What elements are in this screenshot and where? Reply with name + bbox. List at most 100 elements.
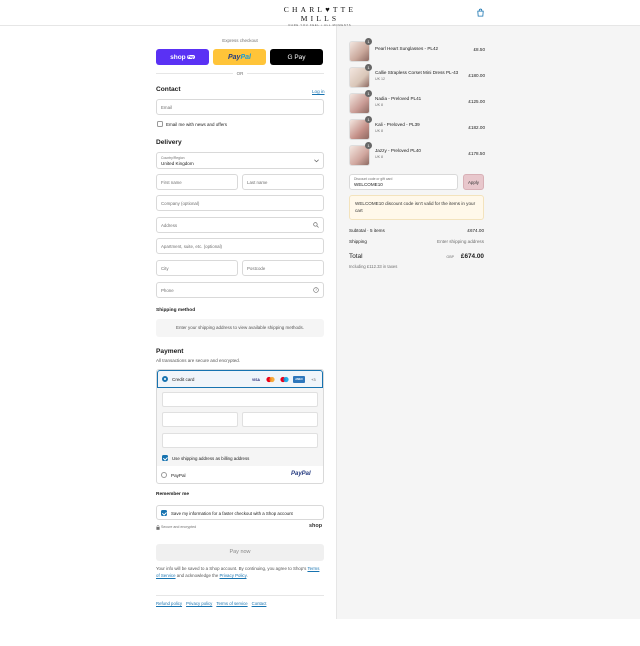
discount-value: WELCOME10	[354, 182, 383, 187]
paypal-button[interactable]: Pay Pal	[213, 49, 266, 65]
mastercard-icon	[266, 376, 275, 383]
card-cvv-field[interactable]	[242, 412, 318, 427]
footer-privacy-policy[interactable]: Privacy policy	[186, 601, 212, 606]
quantity-badge: 1	[365, 64, 372, 71]
last-name-field[interactable]: Last name	[242, 174, 324, 190]
quantity-badge: 1	[365, 142, 372, 149]
svg-text:?: ?	[315, 288, 317, 292]
country-select[interactable]: Country/Region United Kingdom	[156, 152, 324, 169]
secure-label: Secure and encrypted	[161, 525, 197, 529]
cart-item: 1 Kali - Preloved - PL39 UK 8 £182.00	[349, 116, 485, 141]
login-link[interactable]: Log in	[312, 89, 325, 94]
paypal-logo: PayPal	[291, 471, 311, 477]
paypal-radio[interactable]	[161, 472, 167, 478]
lock-icon	[156, 525, 160, 530]
country-label: Country/Region	[161, 156, 185, 160]
billing-label: Use shipping address as billing address	[172, 456, 250, 461]
maestro-icon	[280, 376, 289, 383]
shop-pay-pill: Pay	[186, 55, 195, 59]
total-row: Total £674.00 GBP	[349, 253, 484, 260]
delivery-heading: Delivery	[156, 139, 182, 146]
cart-item: 1 Callie Strapless Corset Mini Dress PL-…	[349, 64, 485, 89]
cart-item: 1 Pearl Heart Sunglasses - PL42 £8.50	[349, 38, 486, 63]
product-name: Kali - Preloved - PL39	[375, 122, 420, 127]
address-placeholder: Address	[161, 223, 178, 228]
shopping-bag-icon[interactable]	[476, 8, 485, 17]
city-field[interactable]: City	[156, 260, 238, 276]
card-name-field[interactable]	[162, 433, 318, 448]
company-placeholder: Company (optional)	[161, 201, 200, 206]
billing-checkbox[interactable]	[162, 455, 168, 461]
discount-warning: WELCOME10 discount code isn't valid for …	[349, 195, 484, 220]
phone-placeholder: Phone	[161, 288, 174, 293]
footer-divider	[156, 595, 324, 596]
cart-item: 1 Jazzy - Preloved PL40 UK 8 £178.50	[349, 142, 485, 167]
product-name: Jazzy - Preloved PL40	[375, 148, 421, 153]
pay-now-button[interactable]: Pay now	[156, 544, 324, 561]
shipping-value: Enter shipping address	[437, 239, 484, 244]
shop-pay-button[interactable]: shop Pay	[156, 49, 209, 65]
save-info-label: Save my information for a faster checkou…	[171, 511, 293, 516]
address-field[interactable]: Address	[156, 217, 324, 233]
card-expiry-field[interactable]	[162, 412, 238, 427]
postcode-field[interactable]: Postcode	[242, 260, 324, 276]
shipping-method-heading: Shipping method	[156, 308, 196, 313]
help-circle-icon[interactable]: ?	[313, 287, 319, 293]
product-price: £125.00	[468, 99, 485, 104]
total-label: Total	[349, 253, 363, 260]
paypal-pay-text: Pay	[228, 53, 241, 61]
legal-end: .	[246, 572, 248, 578]
taxes-row: Including £112.33 in taxes	[349, 264, 484, 269]
product-price: £8.50	[473, 47, 486, 52]
privacy-policy-link[interactable]: Privacy Policy	[220, 573, 247, 578]
subtotal-value: £674.00	[467, 228, 484, 233]
product-name: Pearl Heart Sunglasses - PL42	[375, 46, 439, 51]
paypal-option-label[interactable]: PayPal	[171, 473, 186, 478]
first-name-placeholder: First name	[161, 180, 182, 185]
country-value: United Kingdom	[161, 161, 194, 166]
legal-intro: Your info will be saved to a Shop accoun…	[156, 566, 307, 571]
product-price: £178.50	[468, 151, 485, 156]
paypal-pal-text: Pal	[240, 53, 251, 61]
news-checkbox[interactable]	[157, 121, 163, 127]
apartment-field[interactable]: Apartment, suite, etc. (optional)	[156, 238, 324, 254]
product-price: £180.00	[468, 73, 485, 78]
shipping-method-message: Enter your shipping address to view avai…	[156, 319, 324, 337]
credit-card-option[interactable]: Credit card VISA AMEX +3	[157, 370, 323, 388]
payment-methods: Credit card VISA AMEX +3 Use shipping ad…	[156, 369, 324, 484]
company-field[interactable]: Company (optional)	[156, 195, 324, 211]
product-name: Callie Strapless Corset Mini Dress PL-43	[375, 70, 459, 75]
payment-heading: Payment	[156, 348, 184, 355]
google-pay-button[interactable]: G Pay	[270, 49, 323, 65]
quantity-badge: 1	[365, 38, 372, 45]
taxes-label: Including £112.33 in taxes	[349, 264, 398, 269]
email-field[interactable]: Email	[156, 99, 324, 115]
footer-terms-of-service[interactable]: Terms of service	[216, 601, 247, 606]
product-variant: UK 8	[375, 103, 383, 107]
card-number-field[interactable]	[162, 392, 318, 407]
remember-me-box: Save my information for a faster checkou…	[156, 505, 324, 520]
discount-code-field[interactable]: Discount code or gift card WELCOME10	[349, 174, 458, 190]
shipping-label: Shipping	[349, 239, 367, 244]
header-bar: CHARL♥TTE MILLS DARE YOU FEEL • ALL MOME…	[0, 0, 640, 27]
legal-and: and acknowledge the	[176, 572, 219, 578]
discount-label: Discount code or gift card	[354, 177, 393, 181]
shop-pay-text: shop	[170, 53, 186, 61]
quantity-badge: 1	[365, 90, 372, 97]
credit-card-radio[interactable]	[162, 376, 168, 382]
payment-subtitle: All transactions are secure and encrypte…	[156, 358, 241, 363]
save-info-checkbox[interactable]	[161, 510, 167, 516]
first-name-field[interactable]: First name	[156, 174, 238, 190]
footer-links: Refund policy Privacy policy Terms of serv…	[156, 601, 270, 606]
product-name: Nadia - Preloved PL41	[375, 96, 422, 101]
google-pay-text: G Pay	[287, 53, 306, 61]
brand-logo[interactable]: CHARL♥TTE MILLS DARE YOU FEEL • ALL MOME…	[269, 5, 371, 27]
product-variant: UK 12	[375, 77, 385, 81]
phone-field[interactable]: Phone ?	[156, 282, 324, 298]
apply-discount-button[interactable]: Apply	[463, 174, 484, 190]
footer-contact[interactable]: Contact	[252, 601, 267, 606]
footer-refund-policy[interactable]: Refund policy	[156, 601, 182, 606]
contact-heading: Contact	[156, 86, 181, 93]
postcode-placeholder: Postcode	[247, 266, 266, 271]
or-label: OR	[233, 71, 247, 76]
